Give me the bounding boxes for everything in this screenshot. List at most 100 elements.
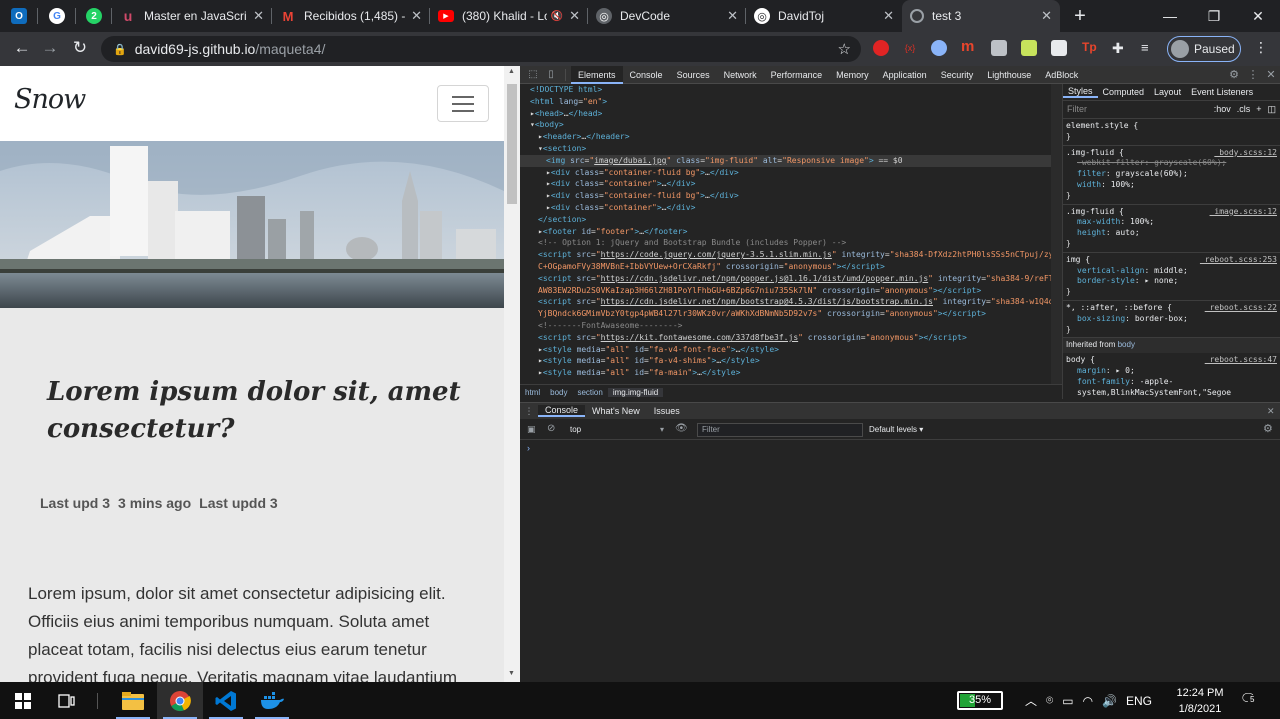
- event-listeners-tab[interactable]: Event Listeners: [1186, 87, 1258, 98]
- toggle-sidebar-icon[interactable]: ◫: [1267, 104, 1276, 115]
- devtools-tab-sources[interactable]: Sources: [670, 66, 717, 84]
- rule-source-link[interactable]: _body.scss:12: [1214, 148, 1277, 159]
- devtools-tab-security[interactable]: Security: [934, 66, 981, 84]
- inspect-element-icon[interactable]: ⬚: [524, 69, 542, 80]
- dom-node-line[interactable]: ▸<div class="container-fluid bg">…</div>: [520, 167, 1062, 179]
- rule-selector[interactable]: *, ::after, ::before {: [1066, 303, 1172, 312]
- bookmark-star-icon[interactable]: ☆: [838, 40, 851, 58]
- rule-selector[interactable]: img {: [1066, 255, 1090, 264]
- breadcrumb-item[interactable]: body: [545, 388, 572, 397]
- chrome-menu-icon[interactable]: ⋮: [1254, 39, 1268, 56]
- dom-node-line[interactable]: <script src="https://code.jquery.com/jqu…: [520, 249, 1062, 261]
- dom-node-line[interactable]: YjBQndck6GMimVbzY0tgp4pWB4l27lr30WKz0vr/…: [520, 308, 1062, 320]
- rule-source-link[interactable]: _reboot.scss:253: [1200, 255, 1277, 266]
- page-scrollbar[interactable]: ▲ ▼: [504, 66, 520, 682]
- dom-node-line[interactable]: <!-- Option 1: jQuery and Bootstrap Bund…: [520, 237, 1062, 249]
- dom-node-line[interactable]: ▸<style media="all" id="fa-v4-shims">…</…: [520, 355, 1062, 367]
- style-rule[interactable]: .img-fluid { _body.scss:12 -webkit-filter:…: [1063, 146, 1280, 205]
- style-rule[interactable]: img { _reboot.scss:253 vertical-align: mid…: [1063, 253, 1280, 301]
- dom-node-line[interactable]: ▸<div class="container">…</div>: [520, 202, 1062, 214]
- rule-selector[interactable]: .img-fluid {: [1066, 148, 1124, 157]
- drawer-tab-whats-new[interactable]: What's New: [585, 406, 647, 416]
- close-tab-icon[interactable]: ✕: [569, 8, 580, 24]
- new-rule-icon[interactable]: +: [1256, 104, 1261, 115]
- css-property[interactable]: border-style: ▸ none;: [1066, 276, 1277, 287]
- settings-gear-icon[interactable]: ⚙: [1224, 68, 1244, 81]
- close-tab-icon[interactable]: ✕: [727, 8, 738, 24]
- dom-node-line[interactable]: <!-------FontAwaseome-------->: [520, 320, 1062, 332]
- wifi-icon[interactable]: ◠: [1083, 694, 1093, 708]
- dom-node-line[interactable]: ▸<header>…</header>: [520, 131, 1062, 143]
- styles-tab[interactable]: Styles: [1063, 86, 1098, 99]
- maximize-button[interactable]: ❐: [1192, 0, 1236, 32]
- extension-green-icon[interactable]: [1021, 40, 1037, 56]
- more-options-icon[interactable]: ⋮: [1244, 68, 1262, 81]
- drawer-tab-console[interactable]: Console: [538, 405, 586, 417]
- console-filter-input[interactable]: Filter: [697, 423, 863, 437]
- dom-node-line[interactable]: <html lang="en">: [520, 96, 1062, 108]
- minimize-button[interactable]: —: [1148, 0, 1192, 32]
- scroll-up-icon[interactable]: ▲: [508, 68, 515, 75]
- extension-camera-icon[interactable]: [991, 40, 1007, 56]
- style-rule[interactable]: *, ::after, ::before { _reboot.scss:22 box…: [1063, 301, 1280, 339]
- css-property[interactable]: box-sizing: border-box;: [1066, 314, 1277, 325]
- forward-button[interactable]: →: [36, 38, 64, 58]
- close-tab-icon[interactable]: ✕: [253, 8, 264, 24]
- tab-youtube[interactable]: ▶ (380) Khalid - Lo 🔇 ✕: [430, 0, 588, 32]
- battery-indicator[interactable]: 35%: [957, 691, 1003, 710]
- extension-print-icon[interactable]: [1051, 40, 1067, 56]
- css-property[interactable]: font-family: -apple-system,BlinkMacSyste…: [1066, 377, 1277, 399]
- css-property[interactable]: filter: grayscale(60%);: [1066, 169, 1277, 180]
- clock[interactable]: 12:24 PM 1/8/2021: [1167, 685, 1233, 717]
- css-property[interactable]: -webkit-filter: grayscale(60%);: [1066, 158, 1277, 169]
- dom-node-line[interactable]: ▸<style media="all" id="fa-v4-font-face"…: [520, 344, 1062, 356]
- devtools-tab-performance[interactable]: Performance: [764, 66, 830, 84]
- tab-udemy[interactable]: u Master en JavaScrip ✕: [112, 0, 272, 32]
- extension-blue-icon[interactable]: [931, 40, 947, 56]
- devtools-tab-elements[interactable]: Elements: [571, 65, 623, 84]
- dom-node-line[interactable]: ▸<div class="container">…</div>: [520, 178, 1062, 190]
- battery-icon[interactable]: ▭: [1062, 694, 1073, 708]
- profile-button[interactable]: Paused: [1167, 36, 1241, 62]
- devtools-tab-console[interactable]: Console: [623, 66, 670, 84]
- tab-davidtoj[interactable]: ◎ DavidToj ✕: [746, 0, 902, 32]
- file-explorer-button[interactable]: [110, 682, 156, 719]
- devtools-tab-memory[interactable]: Memory: [829, 66, 876, 84]
- rule-source-link[interactable]: _reboot.scss:47: [1205, 355, 1277, 366]
- class-toggle[interactable]: .cls: [1237, 104, 1251, 115]
- dom-node-line[interactable]: ▸<style media="all" id="fa-main">…</styl…: [520, 367, 1062, 379]
- extensions-puzzle-icon[interactable]: ✚: [1112, 40, 1128, 56]
- language-indicator[interactable]: ENG: [1126, 694, 1152, 708]
- devtools-tab-network[interactable]: Network: [717, 66, 764, 84]
- navbar-toggler-button[interactable]: [437, 85, 489, 122]
- address-bar[interactable]: 🔒 david69-js.github.io/maqueta4/ ☆: [101, 36, 861, 62]
- action-center-button[interactable]: 🗨5: [1240, 691, 1257, 707]
- css-property[interactable]: height: auto;: [1066, 228, 1277, 239]
- css-property[interactable]: width: 100%;: [1066, 180, 1277, 191]
- pinned-tab-whatsapp[interactable]: 2: [76, 0, 112, 32]
- extension-code-icon[interactable]: {x}: [902, 40, 918, 56]
- computed-tab[interactable]: Computed: [1098, 87, 1150, 98]
- dom-node-line[interactable]: ▸<head>…</head>: [520, 108, 1062, 120]
- dom-node-line[interactable]: AW83EW2RDu2S0VKaIzap3H66lZH81PoYlFhbGU+6…: [520, 285, 1062, 297]
- close-drawer-icon[interactable]: ✕: [1260, 406, 1280, 417]
- tab-devcode[interactable]: ◎ DevCode ✕: [588, 0, 746, 32]
- pinned-tab-outlook[interactable]: O: [0, 0, 38, 32]
- docker-taskbar-button[interactable]: [249, 682, 295, 719]
- javascript-context-select[interactable]: top ▾: [570, 423, 664, 437]
- pinned-tab-google[interactable]: G: [38, 0, 76, 32]
- volume-icon[interactable]: 🔊: [1102, 694, 1117, 708]
- css-property[interactable]: vertical-align: middle;: [1066, 266, 1277, 277]
- rule-selector[interactable]: element.style {: [1066, 121, 1138, 130]
- chevron-up-icon[interactable]: ︿: [1025, 692, 1037, 709]
- dom-node-line[interactable]: <script src="https://cdn.jsdelivr.net/np…: [520, 296, 1062, 308]
- breadcrumb-item-current[interactable]: img.img-fluid: [607, 387, 664, 397]
- close-devtools-icon[interactable]: ✕: [1262, 68, 1280, 81]
- css-property[interactable]: max-width: 100%;: [1066, 217, 1277, 228]
- close-tab-icon[interactable]: ✕: [411, 8, 422, 24]
- scroll-down-icon[interactable]: ▼: [508, 670, 515, 677]
- site-logo[interactable]: Snow: [14, 84, 86, 115]
- dom-node-line[interactable]: ▾<section>: [520, 143, 1062, 155]
- rule-source-link[interactable]: _reboot.scss:22: [1205, 303, 1277, 314]
- dom-node-line[interactable]: </section>: [520, 214, 1062, 226]
